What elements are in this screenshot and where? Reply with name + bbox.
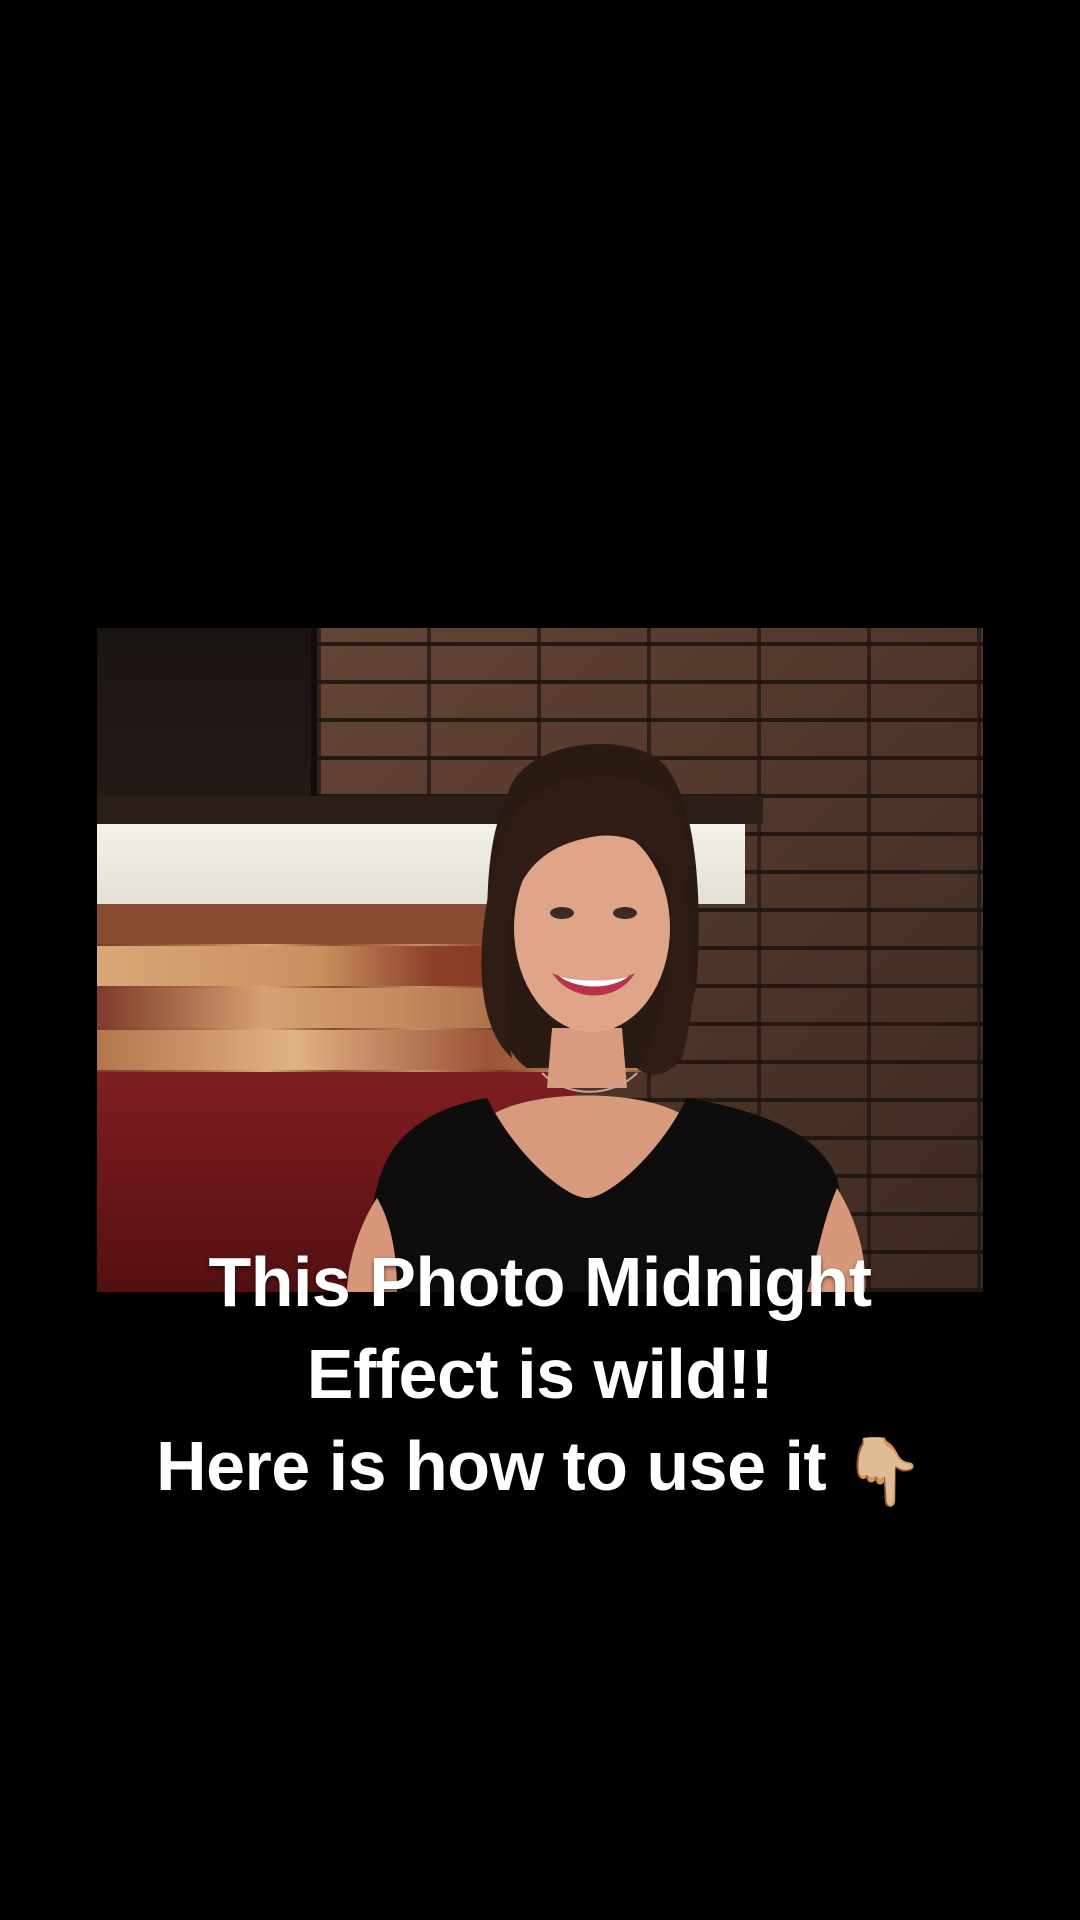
caption-line-3-text: Here is how to use it	[156, 1427, 827, 1505]
caption-line-1: This Photo Midnight	[208, 1243, 872, 1321]
portrait-photo	[97, 628, 983, 1292]
dark-window-panel	[97, 628, 317, 798]
caption-line-3: Here is how to use it 👇🏼	[0, 1420, 1080, 1517]
pointing-down-hand-icon: 👇🏼	[842, 1434, 924, 1508]
video-frame: This Photo Midnight Effect is wild!! Her…	[0, 0, 1080, 1920]
woman-portrait	[347, 744, 866, 1292]
caption-line-2: Effect is wild!!	[306, 1335, 774, 1413]
